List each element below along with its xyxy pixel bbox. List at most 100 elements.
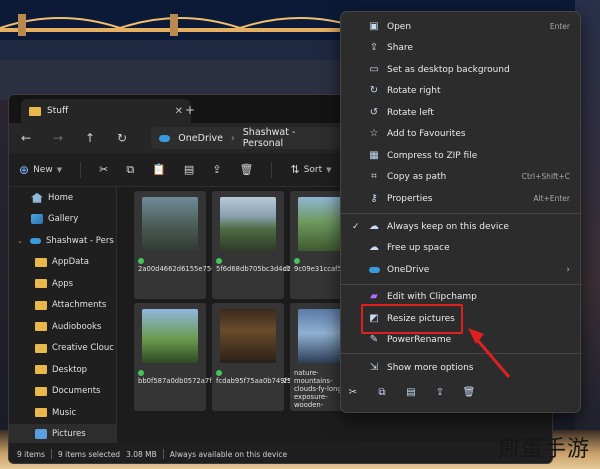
back-icon[interactable]: ← [19,131,33,145]
rename-icon[interactable]: ▤ [405,386,417,398]
menu-item-free-up-space[interactable]: ☁ Free up space [341,237,582,258]
sidebar-item-desktop[interactable]: Desktop [9,359,116,381]
menu-separator [341,353,582,354]
sidebar-item-apps[interactable]: Apps [9,273,116,295]
up-icon[interactable]: ↑ [83,131,97,145]
divider [80,161,82,178]
sort-button[interactable]: ⇅ Sort ▼ [290,163,331,176]
menu-item-open[interactable]: ▣ Open Enter [341,16,582,37]
sidebar-item-onedrive[interactable]: ⌄ Shashwat - Pers [9,230,116,252]
menu-item-label: Edit with Clipchamp [387,291,477,302]
sidebar-item-label: Audiobooks [52,321,102,332]
file-name-wrap: fcdab95f75aa0b749f9a490bee80cb42779e301a… [216,369,426,385]
refresh-icon[interactable]: ↻ [115,131,129,145]
file-tile[interactable]: 2a00d4662d6155e75022c3a34229bbda0cc7ff43… [134,191,350,299]
menu-item-rotate-right[interactable]: ↻ Rotate right [341,80,582,101]
menu-item-add-favourites[interactable]: ☆ Add to Favourites [341,123,582,144]
selection-size: 3.08 MB [126,449,157,459]
sidebar-item-label: Shashwat - Pers [46,235,114,246]
share-icon[interactable]: ⇪ [212,163,221,176]
copy-path-icon: ⌗ [371,171,377,182]
sidebar-item-label: Music [52,407,77,418]
new-button[interactable]: ⊕ New ▼ [19,163,62,177]
rotate-left-icon: ↺ [369,107,379,118]
menu-item-label: Compress to ZIP file [387,150,478,161]
file-name-wrap: 5f6d68db705bc3d4db329fd8d4e1f20b941a857a… [216,257,421,273]
address-bar[interactable]: OneDrive › Shashwat - Personal [151,127,341,149]
sidebar-item-gallery[interactable]: Gallery [9,209,116,231]
menu-item-label: Copy as path [387,171,447,182]
menu-item-set-background[interactable]: ▭ Set as desktop background [341,59,582,80]
sync-status-icon [138,258,144,264]
tab-title: Stuff [47,106,69,116]
chevron-down-icon: ▼ [56,165,63,174]
sync-status-icon [216,370,222,376]
breadcrumb-personal[interactable]: Shashwat - Personal [243,127,333,149]
breadcrumb-onedrive[interactable]: OneDrive [178,133,223,144]
sidebar-item-label: Attachments [52,300,107,311]
rename-icon[interactable]: ▤ [184,163,194,176]
sidebar-item-audiobooks[interactable]: Audiobooks [9,316,116,338]
share-icon: ⇪ [369,42,379,53]
menu-separator [341,284,582,285]
share-icon[interactable]: ⇪ [434,386,446,398]
sidebar-item-label: Apps [52,278,74,289]
menu-item-show-more[interactable]: ⇲ Show more options [341,357,582,378]
tab-stuff[interactable]: Stuff ✕ [21,99,191,123]
menu-item-always-keep[interactable]: ✓ ☁ Always keep on this device [341,216,582,237]
menu-item-shortcut: Ctrl+Shift+C [521,172,570,181]
cut-icon[interactable]: ✂ [347,386,359,398]
copy-icon[interactable]: ⧉ [376,386,388,398]
chevron-right-icon: › [566,264,570,275]
copy-icon[interactable]: ⧉ [126,163,134,177]
sort-icon: ⇅ [290,163,300,176]
sync-status-icon [138,370,144,376]
sidebar-item-creative-cloud[interactable]: Creative Clouc [9,338,116,360]
context-menu: ▣ Open Enter ⇪ Share ▭ Set as desktop ba… [340,11,582,413]
menu-item-compress-zip[interactable]: ▦ Compress to ZIP file [341,145,582,166]
sidebar-item-documents[interactable]: Documents [9,381,116,403]
new-label: New [33,164,53,175]
delete-icon[interactable]: 🗑 [463,386,476,398]
plus-icon: ⊕ [19,162,30,177]
menu-item-label: Properties [387,193,433,204]
close-tab-icon[interactable]: ✕ [175,106,183,117]
file-thumbnail [220,197,276,251]
file-tile[interactable]: 5f6d68db705bc3d4db329fd8d4e1f20b941a857a… [212,191,421,299]
paste-icon[interactable]: 📋 [152,163,166,176]
divider [162,449,164,459]
menu-item-label: Show more options [387,362,474,373]
menu-item-copy-path[interactable]: ⌗ Copy as path Ctrl+Shift+C [341,166,582,187]
file-thumbnail [220,309,276,363]
menu-item-label: Set as desktop background [387,64,510,75]
zip-icon: ▦ [369,150,379,161]
file-tile[interactable]: fcdab95f75aa0b749f9a490bee80cb42779e301a… [212,303,426,411]
sidebar-item-music[interactable]: Music [9,402,116,424]
file-thumbnail [142,197,198,251]
forward-icon[interactable]: → [51,131,65,145]
navigation-pane: Home Gallery ⌄ Shashwat - Pers AppData A… [9,187,117,445]
delete-icon[interactable]: 🗑 [240,163,254,176]
sidebar-item-label: Desktop [52,364,88,375]
sidebar-item-label: Creative Clouc [52,343,114,354]
onedrive-icon [30,237,41,244]
menu-item-rotate-left[interactable]: ↺ Rotate left [341,102,582,123]
menu-item-onedrive[interactable]: OneDrive › [341,259,582,280]
sidebar-item-label: AppData [52,257,89,268]
status-bar: 9 items 9 items selected 3.08 MB Always … [9,443,552,463]
cut-icon[interactable]: ✂ [99,163,108,176]
new-tab-button[interactable]: + [185,103,195,117]
menu-item-properties[interactable]: ⚷ Properties Alt+Enter [341,188,582,209]
onedrive-icon [159,134,171,142]
file-tile[interactable]: bb0f587a0db0572a7f0897d4ad538a5fd91259f1… [134,303,346,411]
sidebar-item-appdata[interactable]: AppData [9,252,116,274]
chevron-down-icon[interactable]: ⌄ [17,237,25,245]
sidebar-item-pictures[interactable]: Pictures [9,423,116,445]
sidebar-item-attachments[interactable]: Attachments [9,295,116,317]
menu-item-share[interactable]: ⇪ Share [341,37,582,58]
sidebar-item-home[interactable]: Home [9,187,116,209]
gallery-icon [31,214,43,225]
properties-icon: ⚷ [370,193,378,204]
menu-item-label: Rotate left [387,107,434,118]
file-thumbnail [142,309,198,363]
